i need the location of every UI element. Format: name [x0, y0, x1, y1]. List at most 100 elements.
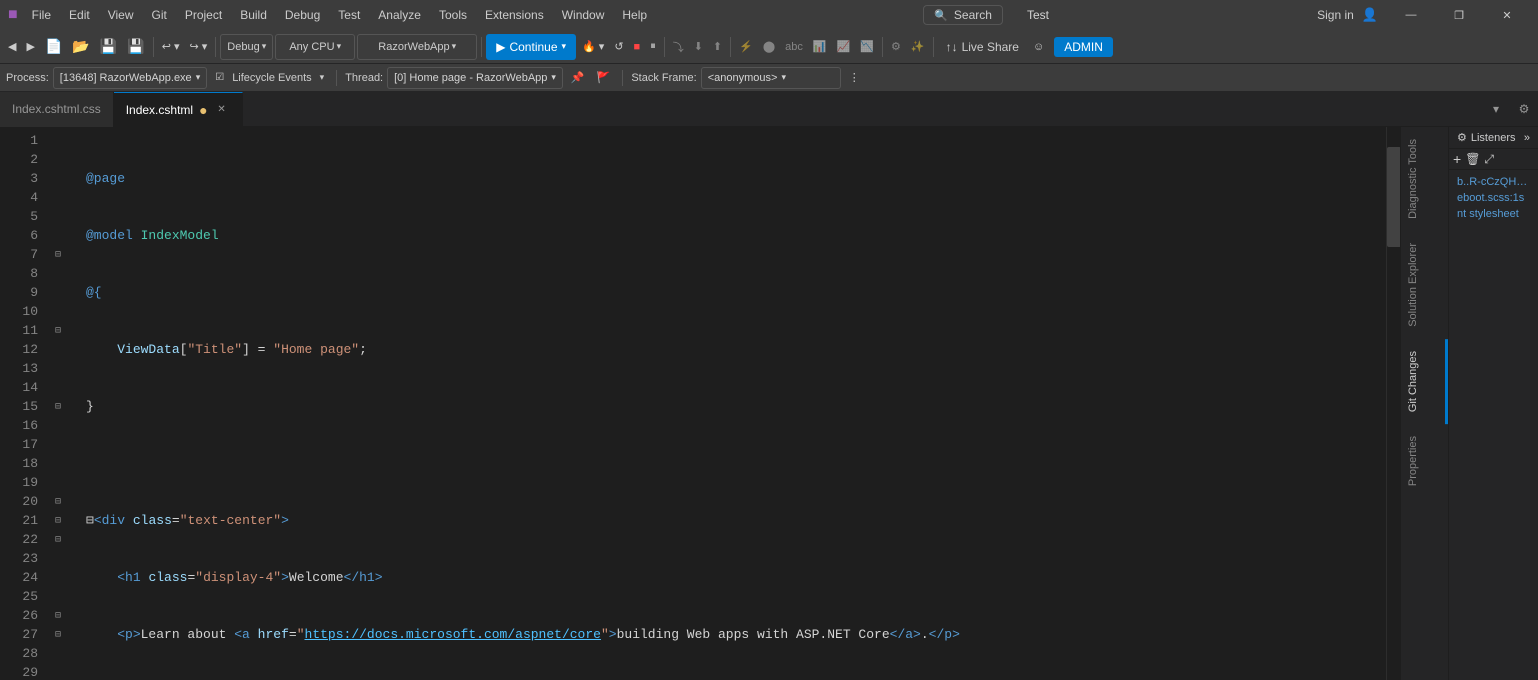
menu-help[interactable]: Help	[614, 4, 655, 26]
process-dropdown[interactable]: [13648] RazorWebApp.exe ▾	[53, 67, 207, 89]
menu-analyze[interactable]: Analyze	[370, 4, 429, 26]
search-label: Search	[954, 8, 992, 22]
code-line-1: @page	[82, 169, 1386, 188]
separator-1	[153, 37, 154, 57]
menu-test[interactable]: Test	[330, 4, 368, 26]
menu-edit[interactable]: Edit	[61, 4, 98, 26]
tab-index-cshtml[interactable]: Index.cshtml ● ✕	[114, 92, 243, 127]
menu-debug[interactable]: Debug	[277, 4, 328, 26]
admin-button[interactable]: ADMIN	[1054, 37, 1113, 57]
add-listener-icon[interactable]: +	[1453, 151, 1461, 167]
step-over-button[interactable]: ⤵	[669, 34, 688, 60]
fold-marker-9	[50, 283, 66, 302]
exception-button[interactable]: ⚡	[735, 34, 757, 60]
step-out-button[interactable]: ⬆	[709, 34, 726, 60]
sign-in-label[interactable]: Sign in	[1317, 8, 1354, 22]
expand-icon[interactable]: »	[1524, 132, 1530, 144]
fold-marker-22[interactable]: ⊟	[50, 530, 66, 549]
code-cleanup-button[interactable]: ✨	[907, 34, 929, 60]
tab-settings-button[interactable]: ⚙	[1510, 92, 1538, 127]
settings-icon[interactable]: ⚙	[1457, 131, 1467, 144]
save-button[interactable]: 💾	[96, 34, 121, 60]
menu-window[interactable]: Window	[554, 4, 613, 26]
live-share-button[interactable]: ↑↓ Live Share	[938, 40, 1027, 54]
menu-bar: ■ File Edit View Git Project Build Debug…	[0, 0, 1538, 30]
step-into-button[interactable]: ⬇	[690, 34, 707, 60]
fold-marker-7[interactable]: ⊟	[50, 245, 66, 264]
fold-marker-20[interactable]: ⊟	[50, 492, 66, 511]
editor-scrollbar[interactable]	[1386, 127, 1400, 680]
hot-reload-button[interactable]: 🔥 ▾	[578, 34, 608, 60]
refactor-button[interactable]: ⚙	[887, 34, 905, 60]
fold-marker-28	[50, 644, 66, 663]
tab-close-icon[interactable]: ✕	[214, 102, 230, 118]
close-button[interactable]: ✕	[1484, 0, 1530, 30]
stack-dropdown[interactable]: <anonymous> ▾	[701, 67, 841, 89]
line-num: 12	[0, 340, 38, 359]
breakpoint-button[interactable]: ⬤	[759, 34, 779, 60]
perf2-button[interactable]: 📉	[856, 34, 878, 60]
forward-button[interactable]: ▶	[22, 34, 38, 60]
menu-build[interactable]: Build	[232, 4, 275, 26]
feedback-button[interactable]: ☺	[1029, 34, 1048, 60]
diagnostic-button[interactable]: 📊	[809, 34, 831, 60]
thread-pin-button[interactable]: 📌	[567, 65, 589, 91]
solution-explorer-tab[interactable]: Solution Explorer	[1401, 231, 1448, 339]
restore-button[interactable]: ❐	[1436, 0, 1482, 30]
pause-button[interactable]: ⏸	[646, 34, 660, 60]
menu-extensions[interactable]: Extensions	[477, 4, 552, 26]
diagnostic-tools-tab[interactable]: Diagnostic Tools	[1401, 127, 1448, 231]
menu-tools[interactable]: Tools	[431, 4, 475, 26]
code-content[interactable]: @page @model IndexModel @{ ViewData["Tit…	[82, 127, 1386, 680]
git-changes-tab[interactable]: Git Changes	[1401, 339, 1448, 424]
delete-listener-icon[interactable]: 🗑	[1465, 152, 1480, 166]
stack-more-button[interactable]: ⋮	[845, 65, 864, 91]
listener-item-3[interactable]: nt stylesheet	[1453, 206, 1534, 222]
search-bar[interactable]: 🔍 Search	[923, 5, 1003, 25]
properties-tab[interactable]: Properties	[1401, 424, 1448, 498]
fold-marker-11[interactable]: ⊟	[50, 321, 66, 340]
menu-view[interactable]: View	[100, 4, 142, 26]
menu-git[interactable]: Git	[144, 4, 175, 26]
minimize-button[interactable]: —	[1388, 0, 1434, 30]
fold-marker-27[interactable]: ⊟	[50, 625, 66, 644]
vertical-tabs: Diagnostic Tools Solution Explorer Git C…	[1400, 127, 1448, 680]
listeners-body: b..R-cCzQH4k:... eboot.scss:1s nt styles…	[1449, 170, 1538, 680]
fold-marker-19	[50, 473, 66, 492]
tab-index-css[interactable]: Index.cshtml.css	[0, 92, 114, 127]
scroll-thumb[interactable]	[1387, 147, 1400, 247]
new-project-button[interactable]: 📄	[41, 34, 66, 60]
output-button[interactable]: abc	[781, 34, 807, 60]
menu-project[interactable]: Project	[177, 4, 230, 26]
expand-listener-icon[interactable]: ⤢	[1484, 152, 1494, 167]
open-button[interactable]: 📂	[68, 34, 93, 60]
code-area: 1 2 3 4 5 6 7 8 9 10 11 12 13 14 15 16 1…	[0, 127, 1400, 680]
back-button[interactable]: ◀	[4, 34, 20, 60]
test-menu-item[interactable]: Test	[1027, 8, 1049, 22]
tab-scroll-right-button[interactable]: ▾	[1482, 92, 1510, 127]
listeners-header: ⚙ Listeners »	[1449, 127, 1538, 149]
line-num: 20	[0, 492, 38, 511]
thread-flag-button[interactable]: 🚩	[593, 65, 615, 91]
listener-item-1[interactable]: b..R-cCzQH4k:...	[1453, 174, 1534, 190]
listener-item-2[interactable]: eboot.scss:1s	[1453, 190, 1534, 206]
save-all-button[interactable]: 💾	[123, 34, 148, 60]
perf-button[interactable]: 📈	[833, 34, 855, 60]
redo-button[interactable]: ↪ ▾	[185, 34, 211, 60]
fold-marker-15[interactable]: ⊟	[50, 397, 66, 416]
restart-button[interactable]: ↺	[610, 34, 627, 60]
stack-chevron-icon: ▾	[781, 72, 786, 83]
fold-marker-26[interactable]: ⊟	[50, 606, 66, 625]
fold-marker-21[interactable]: ⊟	[50, 511, 66, 530]
lifecycle-chevron[interactable]: ▾	[316, 65, 329, 91]
debug-mode-dropdown[interactable]: Debug ▾	[220, 34, 273, 60]
undo-button[interactable]: ↩ ▾	[158, 34, 184, 60]
menu-file[interactable]: File	[24, 4, 59, 26]
thread-dropdown[interactable]: [0] Home page - RazorWebApp ▾	[387, 67, 563, 89]
project-dropdown[interactable]: RazorWebApp ▾	[357, 34, 477, 60]
stop-button[interactable]: ■	[630, 34, 645, 60]
lifecycle-checkbox[interactable]: ☑	[211, 65, 228, 91]
line-num: 28	[0, 644, 38, 663]
cpu-dropdown[interactable]: Any CPU ▾	[275, 34, 355, 60]
continue-button[interactable]: ▶ Continue ▾	[486, 34, 576, 60]
